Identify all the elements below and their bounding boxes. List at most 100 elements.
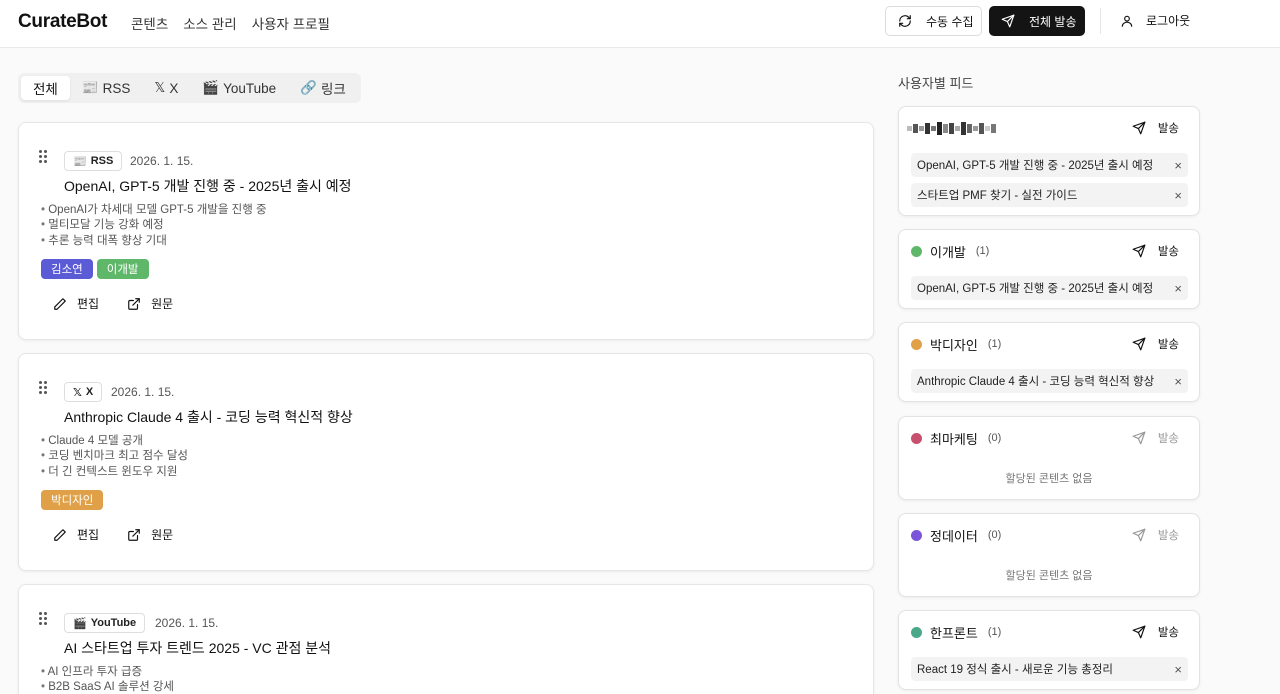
external-link-icon <box>128 528 140 541</box>
card-date: 2026. 1. 15. <box>130 154 194 168</box>
main-nav: 콘텐츠 소스 관리 사용자 프로필 <box>131 13 330 33</box>
content-card: 🎬 YouTube 2026. 1. 15. AI 스타트업 투자 트렌드 202… <box>18 584 874 694</box>
drag-handle-icon[interactable] <box>39 150 49 164</box>
newspaper-icon: 📰 <box>81 80 99 95</box>
source-badge: 🎬 YouTube <box>64 613 146 633</box>
original-label: 원문 <box>151 297 174 311</box>
header-divider <box>1100 8 1101 34</box>
user-count: (1) <box>987 626 1002 638</box>
send-label: 발송 <box>1157 627 1179 639</box>
send-label: 발송 <box>1157 123 1179 135</box>
tab-rss[interactable]: 📰 RSS <box>70 76 143 100</box>
user-count: (0) <box>987 432 1002 444</box>
assigned-item[interactable]: Anthropic Claude 4 출시 - 코딩 능력 혁신적 향상 × <box>911 369 1188 393</box>
original-link-button[interactable]: 원문 <box>127 526 173 543</box>
drag-handle-icon[interactable] <box>39 381 49 395</box>
summary-bullet: AI 인프라 투자 급증 <box>41 665 174 680</box>
edit-button[interactable]: 편집 <box>53 295 99 312</box>
original-link-button[interactable]: 원문 <box>127 295 173 312</box>
blurred-user-name <box>907 117 996 139</box>
clapperboard-icon: 🎬 <box>202 80 220 95</box>
brand-logo[interactable]: CurateBot <box>18 11 107 33</box>
clapperboard-icon: 🎬 <box>73 617 87 630</box>
tab-label: RSS <box>102 80 131 96</box>
tab-all[interactable]: 전체 <box>21 76 70 100</box>
send-icon <box>1132 528 1146 542</box>
tab-x[interactable]: 𝕏X <box>142 76 190 100</box>
user-feed-card: 박디자인 (1) 발송 Anthropic Claude 4 출시 - 코딩 능… <box>898 322 1200 402</box>
original-label: 원문 <box>151 528 174 542</box>
remove-icon[interactable]: × <box>1174 662 1182 677</box>
user-color-dot <box>911 626 922 638</box>
drag-handle-icon[interactable] <box>39 612 49 626</box>
remove-icon[interactable]: × <box>1174 374 1182 389</box>
user-send-button[interactable]: 발송 <box>1132 427 1179 449</box>
assigned-item[interactable]: OpenAI, GPT-5 개발 진행 중 - 2025년 출시 예정 × <box>911 276 1188 300</box>
send-icon <box>1001 14 1015 28</box>
content-card: 📰 RSS 2026. 1. 15. OpenAI, GPT-5 개발 진행 중 … <box>18 122 874 340</box>
remove-icon[interactable]: × <box>1174 188 1182 203</box>
user-send-button[interactable]: 발송 <box>1132 524 1179 546</box>
user-name: 이개발 <box>930 244 966 260</box>
summary-bullet: OpenAI가 차세대 모델 GPT-5 개발을 진행 중 <box>41 203 266 218</box>
user-color-dot <box>911 432 922 444</box>
user-send-button[interactable]: 발송 <box>1132 240 1179 262</box>
assigned-item-title: OpenAI, GPT-5 개발 진행 중 - 2025년 출시 예정 <box>917 160 1154 172</box>
empty-state: 할당된 콘텐츠 없음 <box>1005 570 1093 582</box>
assignee-tag[interactable]: 김소연 <box>41 259 93 279</box>
user-send-button[interactable]: 발송 <box>1132 621 1179 643</box>
remove-icon[interactable]: × <box>1174 158 1182 173</box>
source-badge: 📰 RSS <box>64 151 123 171</box>
user-icon <box>1121 15 1133 27</box>
pencil-icon <box>54 297 66 310</box>
tab-label: YouTube <box>223 80 277 96</box>
assigned-item-title: React 19 정식 출시 - 새로운 기능 총정리 <box>917 664 1113 676</box>
tab-link[interactable]: 🔗 링크 <box>288 76 358 100</box>
manual-collect-button[interactable]: 수동 수집 <box>885 6 982 36</box>
assigned-item[interactable]: 스타트업 PMF 찾기 - 실전 가이드 × <box>911 183 1188 207</box>
user-send-button[interactable]: 발송 <box>1132 117 1179 139</box>
assigned-item-title: 스타트업 PMF 찾기 - 실전 가이드 <box>917 190 1078 202</box>
user-name: 정데이터 <box>930 528 978 544</box>
user-name: 박디자인 <box>930 337 978 353</box>
x-logo-icon: 𝕏 <box>73 386 82 399</box>
assigned-item[interactable]: React 19 정식 출시 - 새로운 기능 총정리 × <box>911 657 1188 681</box>
user-name: 한프론트 <box>930 625 978 641</box>
user-color-dot <box>911 529 922 541</box>
user-send-button[interactable]: 발송 <box>1132 333 1179 355</box>
summary-bullet: Claude 4 모델 공개 <box>41 434 188 449</box>
user-header: 정데이터 (0) <box>911 524 1001 546</box>
assignee-tag[interactable]: 이개발 <box>96 259 149 279</box>
send-icon <box>1132 121 1146 135</box>
user-count: (1) <box>975 245 990 257</box>
logout-button[interactable]: 로그아웃 <box>1120 12 1190 29</box>
nav-sources[interactable]: 소스 관리 <box>183 13 236 33</box>
card-date: 2026. 1. 15. <box>111 385 175 399</box>
source-badge: 𝕏X <box>64 382 103 402</box>
send-all-button[interactable]: 전체 발송 <box>989 6 1085 36</box>
card-title: Anthropic Claude 4 출시 - 코딩 능력 혁신적 향상 <box>64 409 353 425</box>
assigned-item-title: Anthropic Claude 4 출시 - 코딩 능력 혁신적 향상 <box>917 376 1155 388</box>
summary-bullet: 추론 능력 대폭 향상 기대 <box>41 234 267 249</box>
card-actions: 편집 원문 <box>53 526 173 543</box>
remove-icon[interactable]: × <box>1174 281 1182 296</box>
nav-contents[interactable]: 콘텐츠 <box>131 13 168 33</box>
summary-bullet: B2B SaaS AI 솔루션 강세 <box>41 680 174 694</box>
user-feed-card: 이개발 (1) 발송 OpenAI, GPT-5 개발 진행 중 - 2025년… <box>898 229 1200 309</box>
send-icon <box>1132 337 1146 351</box>
summary-bullet: 코딩 벤치마크 최고 점수 달성 <box>41 449 188 464</box>
user-header <box>907 117 996 139</box>
assigned-item[interactable]: OpenAI, GPT-5 개발 진행 중 - 2025년 출시 예정 × <box>911 153 1188 177</box>
tab-label: 전체 <box>33 82 58 97</box>
x-logo-icon: 𝕏 <box>154 80 166 95</box>
send-icon <box>1132 625 1146 639</box>
nav-user-profile[interactable]: 사용자 프로필 <box>252 13 330 33</box>
edit-button[interactable]: 편집 <box>53 526 99 543</box>
tab-youtube[interactable]: 🎬 YouTube <box>190 76 288 100</box>
top-header: CurateBot 콘텐츠 소스 관리 사용자 프로필 수동 수집 전체 발송 … <box>0 0 1280 48</box>
user-header: 박디자인 (1) <box>911 333 1001 355</box>
send-label: 발송 <box>1157 530 1179 542</box>
assignee-tag[interactable]: 박디자인 <box>41 490 104 510</box>
newspaper-icon: 📰 <box>73 155 87 168</box>
user-feed-title: 사용자별 피드 <box>898 76 974 91</box>
